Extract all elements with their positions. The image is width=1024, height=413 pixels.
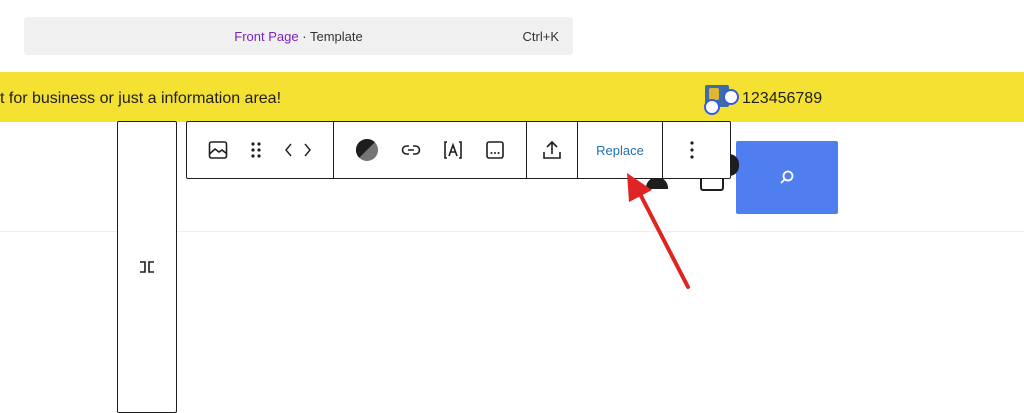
move-arrows-icon bbox=[285, 143, 311, 157]
text-overlay-button[interactable] bbox=[442, 122, 464, 178]
transform-icon bbox=[140, 261, 154, 273]
search-button[interactable] bbox=[736, 141, 838, 214]
transform-button[interactable] bbox=[117, 121, 177, 413]
toolbar-group: Replace bbox=[578, 122, 663, 178]
page-name: Front Page bbox=[234, 29, 299, 44]
upload-button[interactable] bbox=[541, 122, 563, 178]
header-message: t for business or just a information are… bbox=[0, 90, 282, 107]
phone-number: 123456789 bbox=[742, 90, 823, 107]
document-title[interactable]: Front Page · Template bbox=[24, 29, 573, 44]
replace-button[interactable]: Replace bbox=[581, 122, 659, 178]
drag-handle[interactable] bbox=[249, 122, 263, 178]
command-bar[interactable]: Front Page · Template Ctrl+K bbox=[24, 17, 573, 55]
resize-handle[interactable] bbox=[723, 89, 739, 105]
duotone-button[interactable] bbox=[354, 122, 380, 178]
more-options-icon bbox=[690, 141, 694, 159]
block-toolbar: Replace bbox=[186, 121, 731, 179]
link-button[interactable] bbox=[400, 122, 422, 178]
more-options-button[interactable] bbox=[688, 122, 696, 178]
shortcut-hint: Ctrl+K bbox=[522, 29, 559, 44]
cart-icon bbox=[700, 177, 724, 191]
page-type: Template bbox=[309, 29, 363, 44]
toolbar-group bbox=[527, 122, 578, 178]
resize-handle[interactable] bbox=[704, 99, 720, 115]
toolbar-group bbox=[334, 122, 527, 178]
duotone-icon bbox=[355, 138, 378, 161]
text-overlay-icon bbox=[444, 141, 462, 159]
title-separator: · bbox=[302, 29, 307, 44]
caption-button[interactable] bbox=[484, 122, 506, 178]
drag-handle-icon bbox=[251, 142, 261, 158]
block-type-button[interactable] bbox=[207, 122, 229, 178]
upload-icon bbox=[543, 140, 561, 159]
search-icon bbox=[780, 170, 794, 184]
link-icon bbox=[401, 145, 421, 155]
header-info-bar: t for business or just a information are… bbox=[0, 72, 1024, 122]
toolbar-group bbox=[663, 122, 721, 178]
image-icon bbox=[208, 141, 228, 159]
move-button[interactable] bbox=[283, 122, 313, 178]
toolbar-group bbox=[187, 122, 334, 178]
caption-icon bbox=[486, 141, 504, 159]
